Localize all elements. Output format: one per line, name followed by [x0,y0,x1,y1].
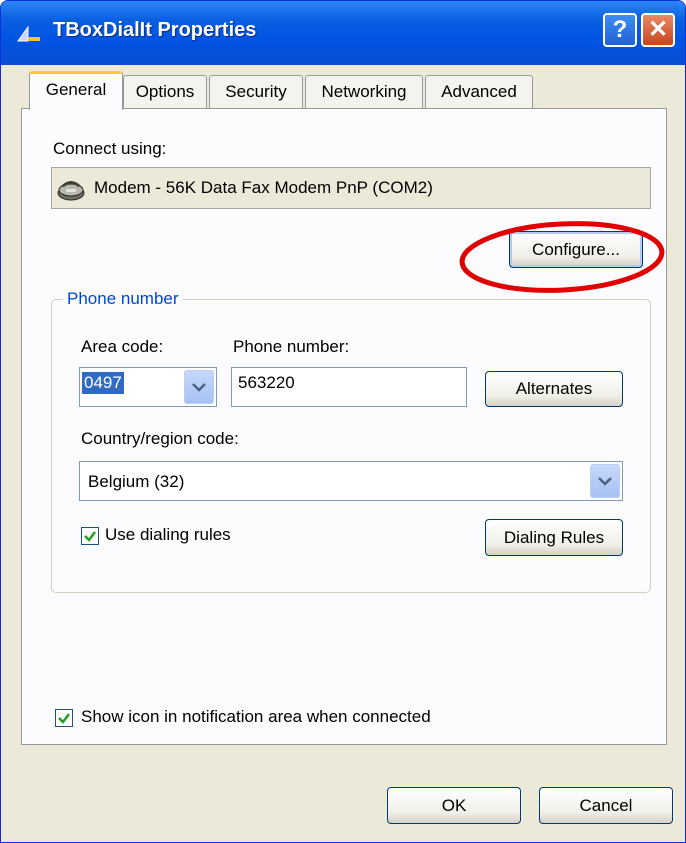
country-dropdown-button[interactable] [590,464,620,498]
tab-security[interactable]: Security [209,75,303,109]
connect-using-label: Connect using: [53,139,167,158]
country-region-combobox[interactable]: Belgium (32) [79,461,623,501]
tab-advanced[interactable]: Advanced [425,75,533,109]
tab-networking[interactable]: Networking [305,75,423,109]
show-icon-checkbox[interactable] [55,709,73,727]
close-button[interactable]: ✕ [641,13,675,47]
cancel-button[interactable]: Cancel [539,787,673,824]
modem-icon [57,181,85,201]
properties-dialog: TBoxDialIt Properties ? ✕ General Option… [0,0,686,843]
country-region-label: Country/region code: [81,429,239,448]
phone-number-value: 563220 [238,373,295,392]
use-dialing-rules-label[interactable]: Use dialing rules [105,525,231,545]
use-dialing-rules-checkbox[interactable] [81,527,99,545]
alternates-button[interactable]: Alternates [485,371,623,407]
phone-number-label: Phone number: [233,337,350,356]
chevron-down-icon [192,383,206,392]
area-code-label: Area code: [81,337,164,356]
show-icon-label[interactable]: Show icon in notification area when conn… [81,707,431,727]
help-button[interactable]: ? [603,13,637,47]
chevron-down-icon [598,477,612,486]
tab-general[interactable]: General [29,71,123,110]
tab-options[interactable]: Options [123,75,207,109]
title-bar[interactable]: TBoxDialIt Properties ? ✕ [1,1,685,65]
phone-number-field[interactable]: 563220 [231,367,467,407]
area-code-combobox[interactable]: 0497 [79,367,217,407]
window-title: TBoxDialIt Properties [53,19,257,41]
checkmark-icon [58,713,70,724]
ok-button[interactable]: OK [387,787,521,824]
device-name: Modem - 56K Data Fax Modem PnP (COM2) [94,178,433,197]
highlight-ellipse [459,221,665,293]
area-code-dropdown-button[interactable] [184,370,214,404]
country-region-value: Belgium (32) [88,472,185,491]
device-list[interactable]: Modem - 56K Data Fax Modem PnP (COM2) [51,167,651,209]
checkmark-icon [84,531,96,542]
connection-icon [17,25,40,42]
area-code-value: 0497 [82,372,124,394]
phone-number-group-title: Phone number [63,289,183,309]
dialing-rules-button[interactable]: Dialing Rules [485,519,623,556]
